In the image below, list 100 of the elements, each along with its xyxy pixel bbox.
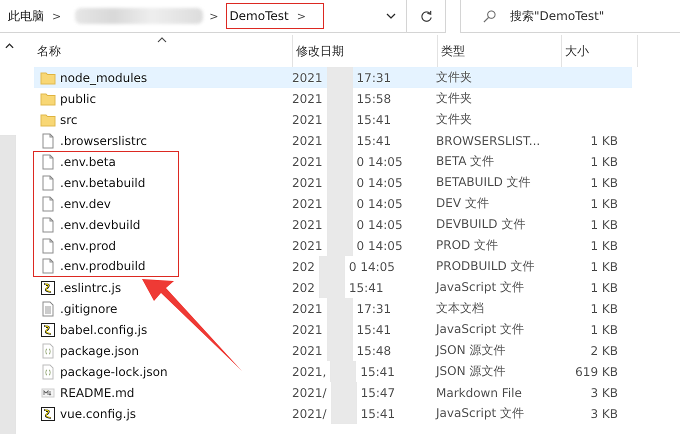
file-size: 619 KB <box>575 364 618 378</box>
date-text: 2021 <box>292 134 323 148</box>
json-file-icon <box>40 364 56 380</box>
time-text: 0 14:05 <box>356 238 403 252</box>
date-text: 2021 <box>292 92 323 106</box>
file-name: README.md <box>60 386 134 400</box>
file-name: src <box>60 112 78 126</box>
date-text: 2021 <box>292 196 323 210</box>
file-type: BETA 文件 <box>436 153 494 170</box>
file-name: babel.config.js <box>60 322 148 336</box>
time-text: 15:58 <box>356 92 392 106</box>
file-icon <box>40 216 56 232</box>
time-text: 15:41 <box>356 134 392 148</box>
file-name: .env.dev <box>60 196 111 210</box>
time-text: 0 14:05 <box>348 260 395 274</box>
file-type: DEVBUILD 文件 <box>436 216 526 233</box>
text-file-icon <box>40 300 56 316</box>
file-type: JavaScript 文件 <box>436 321 524 338</box>
file-type: PROD 文件 <box>436 237 498 254</box>
script-file-icon <box>40 406 56 422</box>
file-size: 1 KB <box>590 260 618 274</box>
folder-icon <box>40 112 56 128</box>
file-row[interactable]: .gitignore 2021 17:31 文本文档 1 KB <box>34 298 632 319</box>
date-text: 202 <box>292 280 315 294</box>
file-size: 1 KB <box>590 134 618 148</box>
file-type: Markdown File <box>436 386 522 400</box>
file-row[interactable]: node_modules 2021 17:31 文件夹 <box>34 67 632 88</box>
date-text: 2021 <box>292 112 323 126</box>
file-row[interactable]: src 2021 15:41 文件夹 <box>34 109 632 130</box>
refresh-icon[interactable] <box>420 10 432 22</box>
file-size: 1 KB <box>590 238 618 252</box>
search-field[interactable]: 搜索"DemoTest" <box>508 8 680 24</box>
time-text: 0 14:05 <box>356 196 403 210</box>
file-row[interactable]: .env.prodbuild 202 0 14:05 PRODBUILD 文件 1 KB <box>34 256 632 277</box>
file-icon <box>40 196 56 212</box>
file-size: 2 KB <box>590 344 618 358</box>
date-text: 2021 <box>292 176 323 190</box>
date-text: 2021 <box>292 238 323 252</box>
file-name: .env.prod <box>60 238 116 252</box>
address-bar[interactable]: 此电脑 > > DemoTest > <box>0 0 446 33</box>
file-name: .eslintrc.js <box>60 280 122 294</box>
script-file-icon <box>40 280 56 296</box>
file-type: BROWSERSLIST... <box>436 134 540 148</box>
chevron-icon[interactable]: > <box>46 10 70 22</box>
date-text: 2021 <box>292 344 323 358</box>
time-text: 17:31 <box>356 302 392 316</box>
breadcrumb-item[interactable]: DemoTest <box>227 9 291 23</box>
file-row[interactable]: public 2021 15:58 文件夹 <box>34 88 632 109</box>
time-text: 17:31 <box>356 70 392 84</box>
time-text: 15:41 <box>360 364 395 378</box>
file-row[interactable]: .env.beta 2021 0 14:05 BETA 文件 1 KB <box>34 151 632 172</box>
file-row[interactable]: README.md 2021/ 15:47 Markdown File 3 KB <box>34 382 632 403</box>
file-name: .env.betabuild <box>60 176 146 190</box>
file-row[interactable]: .env.prod 2021 0 14:05 PROD 文件 1 KB <box>34 235 632 256</box>
date-text: 2021/ <box>292 386 327 400</box>
file-row[interactable]: .env.devbuild 2021 0 14:05 DEVBUILD 文件 1 KB <box>34 214 632 235</box>
date-text: 2021, <box>292 364 326 378</box>
file-row[interactable]: .browserslistrc 2021 15:41 BROWSERSLIST... 1 KB <box>34 130 632 151</box>
file-name: package.json <box>60 344 140 358</box>
file-icon <box>40 174 56 190</box>
time-text: 15:41 <box>356 112 392 126</box>
redaction-blur <box>326 67 353 88</box>
file-type: 文件夹 <box>436 69 472 86</box>
dropdown-icon[interactable] <box>386 13 396 19</box>
file-icon <box>40 238 56 254</box>
file-row[interactable]: .env.betabuild 2021 0 14:05 BETABUILD 文件 1 KB <box>34 172 632 193</box>
file-name: .browserslistrc <box>60 134 147 148</box>
file-size: 1 KB <box>590 302 618 316</box>
time-text: 0 14:05 <box>356 218 403 232</box>
date-text: 2021/ <box>292 406 327 420</box>
file-size: 3 KB <box>590 406 618 420</box>
folder-icon <box>40 70 56 86</box>
file-row[interactable]: babel.config.js 2021 15:41 JavaScript 文件 1 KB <box>34 319 632 340</box>
file-type: JavaScript 文件 <box>436 279 524 296</box>
time-text: 15:41 <box>348 280 384 294</box>
breadcrumb-item[interactable]: 此电脑 <box>6 8 46 24</box>
file-row[interactable]: .env.dev 2021 0 14:05 DEV 文件 1 KB <box>34 193 632 214</box>
date-text: 2021 <box>292 218 323 232</box>
file-row[interactable]: package.json 2021 15:48 JSON 源文件 2 KB <box>34 340 632 361</box>
file-type: JSON 源文件 <box>436 363 506 380</box>
file-name: public <box>60 92 96 106</box>
time-text: 0 14:05 <box>356 154 403 168</box>
file-name: package-lock.json <box>60 364 168 378</box>
file-row[interactable]: package-lock.json 2021, 15:41 JSON 源文件 619 KB <box>34 361 632 382</box>
file-size: 1 KB <box>590 196 618 210</box>
file-type: 文本文档 <box>436 300 484 317</box>
chevron-icon[interactable]: > <box>203 10 226 22</box>
file-type: JavaScript 文件 <box>436 405 524 422</box>
file-name: .env.devbuild <box>60 218 140 232</box>
date-text: 2021 <box>292 302 323 316</box>
chevron-icon[interactable]: > <box>290 10 314 22</box>
search-icon <box>483 10 496 22</box>
scroll-up-icon[interactable] <box>5 43 14 49</box>
file-type: PRODBUILD 文件 <box>436 258 535 275</box>
time-text: 15:41 <box>356 322 392 336</box>
file-row[interactable]: vue.config.js 2021/ 15:41 JavaScript 文件 3 KB <box>34 403 632 424</box>
file-row[interactable]: .eslintrc.js 202 15:41 JavaScript 文件 1 KB <box>34 277 632 298</box>
time-text: 15:41 <box>360 406 396 420</box>
time-text: 15:47 <box>360 386 396 400</box>
file-name: .env.beta <box>60 155 116 169</box>
